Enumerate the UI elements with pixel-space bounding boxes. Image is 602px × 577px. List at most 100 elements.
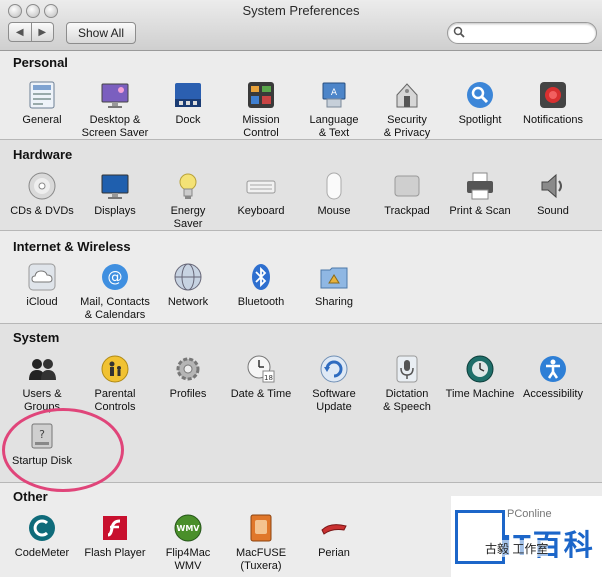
pref-language-text[interactable]: A Language & Text — [294, 79, 374, 140]
printer-icon — [467, 172, 493, 200]
pref-general[interactable]: General — [2, 79, 82, 127]
pref-desktop-screen-saver[interactable]: Desktop & Screen Saver — [75, 79, 155, 140]
pref-cds-dvds[interactable]: CDs & DVDs — [2, 170, 82, 218]
pref-sharing[interactable]: Sharing — [294, 261, 374, 309]
pref-flip4mac-wmv[interactable]: WMV Flip4Mac WMV — [148, 512, 228, 573]
pref-mission-control[interactable]: Mission Control — [221, 79, 301, 140]
parental-icon — [101, 355, 129, 383]
bluetooth-icon — [252, 264, 270, 290]
pref-label: Bluetooth — [237, 296, 285, 308]
show-all-button[interactable]: Show All — [66, 22, 136, 44]
system-preferences-window: System Preferences ◀ ▶ Show All Personal… — [0, 0, 602, 577]
search-icon — [453, 26, 465, 38]
back-button[interactable]: ◀ — [8, 22, 32, 42]
back-arrow-icon: ◀ — [15, 26, 24, 38]
pref-profiles[interactable]: Profiles — [148, 353, 228, 401]
pref-label: Desktop & Screen Saver — [81, 114, 149, 139]
pref-trackpad[interactable]: Trackpad — [367, 170, 447, 218]
pref-label: Flip4Mac WMV — [165, 547, 211, 572]
pref-keyboard[interactable]: Keyboard — [221, 170, 301, 218]
pref-label: Displays — [94, 205, 136, 217]
svg-text:A: A — [331, 88, 338, 98]
pref-label: Language & Text — [309, 114, 359, 139]
pref-label: Software Update — [312, 388, 356, 413]
pref-label: MacFUSE (Tuxera) — [235, 547, 287, 572]
forward-arrow-icon: ▶ — [38, 26, 47, 38]
pref-label: iCloud — [26, 296, 58, 308]
pref-sound[interactable]: Sound — [513, 170, 593, 218]
perian-icon — [321, 524, 347, 535]
pref-label: Dock — [175, 114, 201, 126]
pref-mail-contacts-calendars[interactable]: @ Mail, Contacts & Calendars — [75, 261, 155, 322]
pref-label: Keyboard — [237, 205, 285, 217]
pref-time-machine[interactable]: Time Machine — [440, 353, 520, 401]
window-title: System Preferences — [242, 3, 360, 18]
trackpad-icon — [394, 175, 420, 197]
section-title: Internet & Wireless — [13, 239, 131, 254]
pref-notifications[interactable]: Notifications — [513, 79, 593, 127]
pref-label: Spotlight — [458, 114, 502, 126]
pref-label: Network — [167, 296, 209, 308]
pref-label: Perian — [318, 547, 350, 559]
pref-icloud[interactable]: iCloud — [2, 261, 82, 309]
pref-dock[interactable]: Dock — [148, 79, 228, 127]
search-input[interactable] — [468, 25, 592, 41]
codemeter-icon — [29, 515, 55, 541]
cd-icon — [28, 172, 56, 200]
pref-parental-controls[interactable]: Parental Controls — [75, 353, 155, 414]
forward-button[interactable]: ▶ — [31, 22, 54, 42]
profiles-gear-icon — [176, 357, 200, 381]
pref-mouse[interactable]: Mouse — [294, 170, 374, 218]
pref-label: Mission Control — [242, 114, 280, 139]
pref-label: Profiles — [169, 388, 207, 400]
pref-label: Trackpad — [384, 205, 430, 217]
pref-spotlight[interactable]: Spotlight — [440, 79, 520, 127]
pref-codemeter[interactable]: CodeMeter — [2, 512, 82, 560]
pref-perian[interactable]: Perian — [294, 512, 374, 560]
general-icon — [29, 81, 55, 109]
accessibility-icon — [540, 356, 566, 382]
pref-dictation-speech[interactable]: Dictation & Speech — [367, 353, 447, 414]
pref-accessibility[interactable]: Accessibility — [513, 353, 593, 401]
pref-label: Time Machine — [445, 388, 515, 400]
pref-label: Security & Privacy — [383, 114, 431, 139]
pref-label: Parental Controls — [94, 388, 136, 413]
back-forward-control: ◀ ▶ — [8, 22, 54, 42]
pref-macfuse[interactable]: MacFUSE (Tuxera) — [221, 512, 301, 573]
watermark-badge: PConline IT百科 古毅 工作室 — [451, 496, 602, 577]
annotation-circle — [2, 408, 124, 492]
pref-energy-saver[interactable]: Energy Saver — [148, 170, 228, 231]
watermark-account: 古毅 工作室 — [485, 540, 549, 557]
pref-users-groups[interactable]: Users & Groups — [2, 353, 82, 414]
pref-security-privacy[interactable]: Security & Privacy — [367, 79, 447, 140]
svg-text:@: @ — [108, 268, 123, 286]
pref-label: Dictation & Speech — [383, 388, 431, 413]
pref-date-time[interactable]: 18 Date & Time — [221, 353, 301, 401]
section-title: Other — [13, 489, 48, 504]
mouse-icon — [326, 172, 342, 200]
pref-flash-player[interactable]: Flash Player — [75, 512, 155, 560]
mission-control-icon — [248, 82, 274, 108]
keyboard-icon — [246, 180, 276, 194]
pref-print-scan[interactable]: Print & Scan — [440, 170, 520, 218]
pref-network[interactable]: Network — [148, 261, 228, 309]
macfuse-icon — [250, 514, 272, 542]
pref-bluetooth[interactable]: Bluetooth — [221, 261, 301, 309]
microphone-icon — [396, 355, 418, 383]
pref-label: Accessibility — [523, 388, 583, 400]
pref-label: Flash Player — [84, 547, 146, 559]
pref-label: Sharing — [315, 296, 353, 308]
pref-label: Print & Scan — [449, 205, 511, 217]
pref-software-update[interactable]: Software Update — [294, 353, 374, 414]
security-icon — [396, 83, 418, 108]
search-field[interactable] — [447, 22, 597, 44]
desktop-icon — [101, 83, 129, 108]
time-machine-icon — [466, 355, 494, 383]
svg-text:18: 18 — [264, 374, 273, 382]
sharing-folder-icon — [320, 267, 348, 289]
pref-label: General — [22, 114, 62, 126]
pref-displays[interactable]: Displays — [75, 170, 155, 218]
pref-label: Notifications — [523, 114, 583, 126]
speaker-icon — [541, 173, 562, 199]
at-icon: @ — [102, 264, 128, 290]
